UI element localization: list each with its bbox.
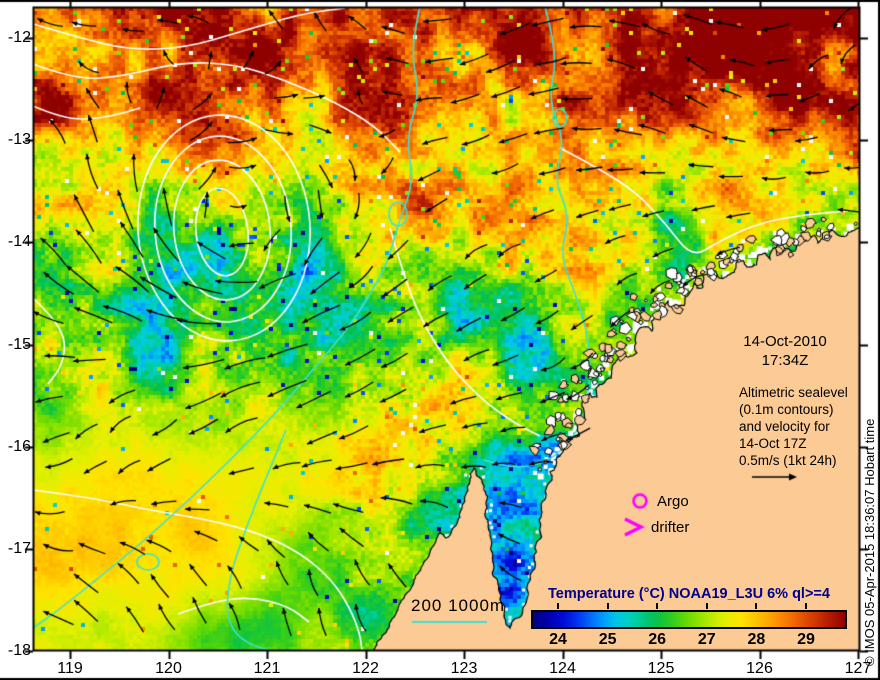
colorbar-tick-label: 28 xyxy=(747,631,766,648)
colorbar-tick-label: 24 xyxy=(549,631,567,648)
imos-credit: © IMOS 05-Apr-2015 18:36:07 Hobart time xyxy=(862,418,877,666)
x-axis-tick-label: 124 xyxy=(549,660,576,677)
sst-map-figure: 119 120 121 122 123 124 125 126 127 -12 -13 -14 -15-… xyxy=(0,0,880,680)
info-annotation-line: and velocity for xyxy=(739,419,830,434)
datetime-annotation: 14-Oct-2010 17:34Z xyxy=(715,332,855,370)
drifter-legend-label: drifter xyxy=(651,519,690,536)
x-axis-tick-label: 125 xyxy=(647,660,675,677)
bathymetry-legend-label: 200 1000m xyxy=(411,596,506,615)
x-axis-tick-label: 123 xyxy=(450,660,478,677)
y-axis-tick-label: -16 xyxy=(7,437,31,455)
colorbar-tick-mark xyxy=(557,603,559,609)
colorbar-tick-label: 25 xyxy=(598,631,617,648)
y-axis-tick-label: -17 xyxy=(7,540,31,557)
x-axis-tick-label: 122 xyxy=(352,660,379,677)
colorbar-tick-mark xyxy=(606,603,609,609)
colorbar-tick-label: 26 xyxy=(648,631,667,648)
colorbar-gradient xyxy=(531,610,847,629)
y-axis-tick-label: -12 xyxy=(7,29,31,46)
colorbar-tick-mark xyxy=(705,603,708,609)
y-axis-tick-label: -18 xyxy=(7,642,31,660)
info-annotation-line: 0.5m/s (1kt 24h) xyxy=(739,453,837,468)
datetime-date: 14-Oct-2010 xyxy=(743,333,827,350)
colorbar-title: Temperature (°C) NOAA19_L3U 6% ql>=4 xyxy=(548,586,830,602)
altimetry-info-annotation: Altimetric sealevel (0.1m contours) and ve… xyxy=(739,384,879,469)
argo-legend-label: Argo xyxy=(657,493,689,510)
colorbar-tick-label: 29 xyxy=(797,631,815,648)
colorbar-tick-mark xyxy=(755,603,758,609)
x-axis-tick-label: 121 xyxy=(253,660,281,677)
colorbar-tick-mark xyxy=(805,603,807,609)
x-axis-tick-label: 120 xyxy=(155,660,182,677)
colorbar-tick-label: 27 xyxy=(697,631,716,648)
y-axis-tick-label: -15 xyxy=(7,335,31,353)
y-axis-tick-label: -14 xyxy=(7,233,31,251)
info-annotation-line: 14-Oct 17Z xyxy=(739,436,807,451)
x-axis-tick-label: 126 xyxy=(746,660,773,677)
x-axis-tick-label: 119 xyxy=(57,660,83,677)
info-annotation-line: Altimetric sealevel xyxy=(739,385,848,400)
colorbar-tick-mark xyxy=(656,603,659,609)
info-annotation-line: (0.1m contours) xyxy=(739,402,834,417)
y-axis-tick-label: -13 xyxy=(7,131,31,149)
datetime-time: 17:34Z xyxy=(761,352,809,369)
